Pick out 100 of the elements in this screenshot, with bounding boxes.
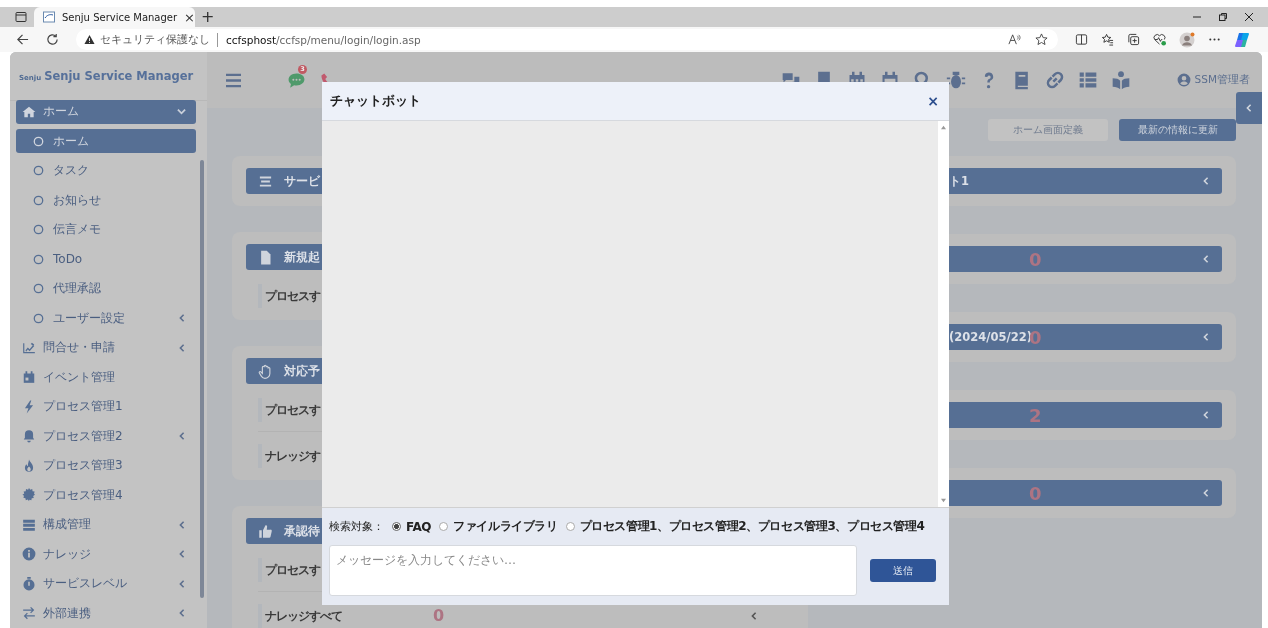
circle-icon	[33, 253, 44, 265]
search-target-label: 検索対象：	[329, 519, 384, 534]
hand-icon	[258, 363, 273, 379]
menu-icon[interactable]	[225, 72, 242, 88]
copilot-icon[interactable]	[1234, 31, 1250, 48]
split-view-icon[interactable]	[1075, 33, 1088, 46]
user-menu[interactable]: SSM管理者	[1176, 73, 1250, 87]
sidebar-item[interactable]: 外部連携	[16, 601, 196, 626]
link-icon[interactable]	[1044, 70, 1065, 90]
message-input-field[interactable]: メッセージを入力してください…	[329, 545, 857, 596]
panel-title: (2024/05/22)	[949, 330, 1032, 344]
new-tab-button[interactable]: +	[201, 9, 215, 25]
sidebar-item[interactable]: プロセス管理2	[16, 424, 196, 449]
scrollbar[interactable]	[200, 160, 204, 598]
circle-icon	[33, 165, 44, 177]
count-value: 0	[1029, 482, 1042, 504]
address-bar[interactable]: セキュリティ保護なし ccfsphost/ccfsp/menu/login/login.asp	[76, 29, 1058, 50]
sidebar-subitem[interactable]: ホーム	[16, 129, 196, 154]
server-icon	[22, 517, 36, 532]
arrows-icon	[22, 606, 36, 621]
scrollbar[interactable]	[938, 121, 949, 507]
url-text: ccfsphost/ccfsp/menu/login/login.asp	[226, 33, 421, 46]
sidebar-item[interactable]: イベント管理	[16, 365, 196, 390]
restore-icon[interactable]	[1218, 12, 1228, 22]
radio-button[interactable]	[565, 522, 575, 531]
list-icon[interactable]	[1077, 70, 1098, 90]
toolbar-button[interactable]: ホーム画面定義	[988, 119, 1108, 141]
flame-icon	[22, 458, 36, 473]
toolbar-button[interactable]: 最新の情報に更新	[1119, 119, 1236, 141]
back-icon[interactable]	[16, 33, 29, 46]
favorites-icon[interactable]	[1101, 33, 1114, 46]
favicon-icon	[43, 11, 55, 23]
circle-icon	[33, 312, 44, 324]
sidebar-item[interactable]: プロセス管理1	[16, 394, 196, 419]
burst-icon	[22, 488, 36, 503]
circle-icon	[33, 224, 44, 236]
sidebar-item[interactable]: ナレッジ	[16, 542, 196, 567]
lightning-icon	[22, 399, 36, 414]
chevron-left-icon	[178, 432, 186, 441]
chevron-left-icon	[178, 609, 186, 618]
sidebar-subitem[interactable]: タスク	[16, 158, 196, 183]
expand-icon	[1202, 333, 1210, 341]
circle-icon	[33, 135, 44, 147]
sidebar-item[interactable]: 問合せ・申請	[16, 335, 196, 360]
health-icon[interactable]	[1153, 33, 1166, 46]
collections-icon[interactable]	[1127, 33, 1140, 46]
sidebar-item[interactable]: サービスレベル	[16, 571, 196, 596]
info-icon	[22, 547, 36, 562]
star-icon[interactable]	[1035, 33, 1048, 46]
sidebar-item[interactable]: 構成管理	[16, 512, 196, 537]
row-label: プロセスす	[265, 401, 320, 419]
radio-option[interactable]: FAQ	[392, 519, 432, 534]
reload-icon[interactable]	[46, 33, 59, 46]
circle-icon	[33, 283, 44, 295]
count-value: 2	[1029, 404, 1042, 426]
sidebar-subitem[interactable]: 代理承認	[16, 276, 196, 301]
panel-title: ト1	[949, 173, 969, 189]
expand-icon	[750, 612, 758, 620]
warning-icon	[84, 34, 95, 45]
document-icon	[258, 249, 273, 265]
bell-icon	[22, 429, 36, 444]
security-label: セキュリティ保護なし	[100, 32, 218, 47]
radio-option[interactable]: ファイルライブラリ	[439, 518, 558, 535]
sidebar-item[interactable]: プロセス管理3	[16, 453, 196, 478]
chevron-left-icon	[178, 520, 186, 529]
chevron-left-icon	[178, 314, 186, 323]
radio-option[interactable]: プロセス管理1、プロセス管理2、プロセス管理3、プロセス管理4	[565, 518, 925, 535]
sidebar-item[interactable]: ホーム	[16, 99, 196, 124]
dialog-title: チャットボット	[330, 92, 422, 110]
sidebar-subitem[interactable]: ユーザー設定	[16, 306, 196, 331]
sidebar-item[interactable]: プロセス管理4	[16, 483, 196, 508]
send-button[interactable]: 送信	[870, 559, 936, 582]
radio-button[interactable]	[392, 522, 401, 531]
sidebar-subitem[interactable]: 伝言メモ	[16, 217, 196, 242]
profile-avatar-icon[interactable]	[1179, 31, 1195, 48]
edit-chart-icon	[22, 340, 36, 355]
reader-icon[interactable]	[1110, 70, 1131, 90]
sidebar-subitem[interactable]: お知らせ	[16, 188, 196, 213]
read-aloud-icon[interactable]	[1008, 33, 1021, 46]
expand-icon	[1202, 411, 1210, 419]
chat-bubble-icon[interactable]	[287, 70, 306, 90]
user-icon	[1176, 73, 1191, 87]
chevron-left-icon	[1245, 104, 1253, 112]
count-value: 0	[1029, 248, 1042, 270]
stopwatch-icon	[22, 576, 36, 591]
radio-button[interactable]	[439, 522, 449, 531]
home-icon	[22, 104, 36, 119]
close-button[interactable]: ×	[927, 94, 939, 108]
sidebar-subitem[interactable]: ToDo	[16, 247, 196, 272]
row-label: プロセスす	[265, 287, 320, 305]
calendar-icon	[22, 370, 36, 385]
browser-tab[interactable]: Senju Service Manager ×	[34, 7, 195, 27]
row-label: ナレッジすべて	[265, 607, 342, 625]
chevron-left-icon	[178, 550, 186, 559]
close-tab-button[interactable]: ×	[184, 10, 195, 24]
scroll-down-icon	[940, 498, 947, 503]
close-icon[interactable]	[1244, 12, 1254, 22]
tab-actions-icon[interactable]	[15, 11, 27, 23]
row-label: ナレッジす	[265, 447, 320, 465]
expand-icon	[1202, 177, 1210, 185]
